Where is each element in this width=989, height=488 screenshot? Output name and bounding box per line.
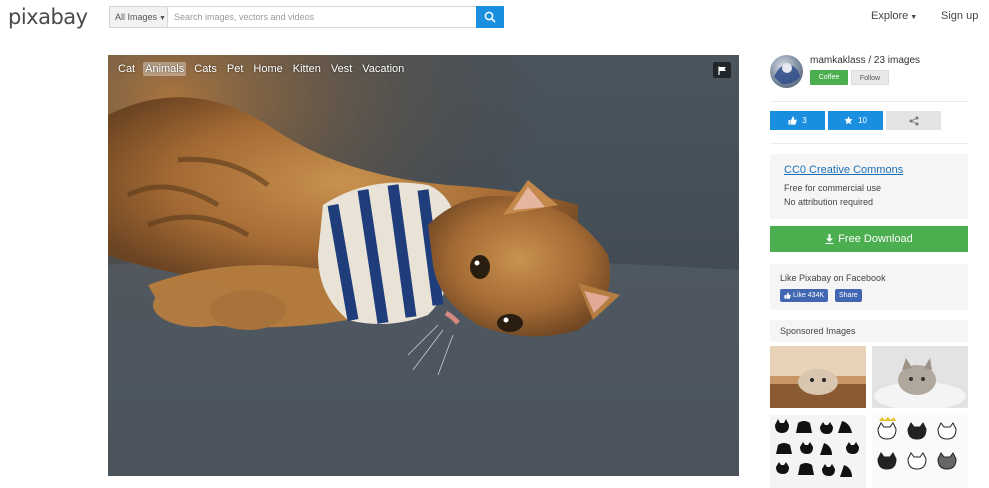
search-icon [484, 11, 496, 23]
follow-button[interactable]: Follow [851, 70, 889, 85]
cat-silhouettes-thumbnail [770, 415, 866, 488]
explore-menu[interactable]: Explore ▼ [871, 10, 917, 22]
cat-faces-thumbnail [872, 415, 968, 488]
search-bar: All Images ▼ [109, 6, 504, 28]
avatar[interactable] [770, 55, 803, 88]
share-icon [909, 116, 918, 125]
tag-cat[interactable]: Cat [116, 62, 137, 76]
tag-cats[interactable]: Cats [192, 62, 219, 76]
tag-list: Cat Animals Cats Pet Home Kitten Vest Va… [116, 62, 406, 76]
license-panel: CC0 Creative Commons Free for commercial… [770, 154, 968, 219]
facebook-share-button[interactable]: Share [835, 289, 862, 302]
signup-link[interactable]: Sign up [941, 10, 978, 22]
sponsored-title: Sponsored Images [780, 326, 856, 336]
report-button[interactable] [713, 62, 731, 78]
tag-home[interactable]: Home [251, 62, 284, 76]
tag-vacation[interactable]: Vacation [360, 62, 406, 76]
license-commercial-text: Free for commercial use [784, 183, 882, 193]
chevron-down-icon: ▼ [159, 15, 166, 22]
image-type-dropdown[interactable]: All Images ▼ [110, 7, 168, 27]
divider [770, 101, 968, 102]
search-button[interactable] [476, 6, 504, 28]
sponsored-image[interactable] [872, 415, 968, 488]
sponsored-image[interactable] [770, 415, 866, 488]
cat-photo-image [108, 55, 739, 476]
like-count: 3 [802, 116, 807, 125]
facebook-like-label: Like 434K [793, 292, 825, 299]
author-name[interactable]: mamkaklass / 23 images [810, 55, 920, 66]
kitten-resting-thumbnail [872, 346, 968, 408]
license-link[interactable]: CC0 Creative Commons [784, 164, 903, 176]
download-label: Free Download [838, 233, 913, 245]
favorite-count: 10 [858, 116, 867, 125]
image-type-label: All Images [115, 12, 158, 22]
divider [770, 143, 968, 144]
top-bar: pixabay All Images▼ Explore▼ Sign up [0, 0, 989, 34]
explore-label: Explore [871, 10, 909, 22]
kitten-box-thumbnail [770, 346, 866, 408]
like-button[interactable]: 3 [770, 111, 825, 130]
share-button[interactable] [886, 111, 941, 130]
download-button[interactable]: Free Download [770, 226, 968, 252]
chevron-down-icon: ▼ [910, 14, 918, 21]
facebook-like-button[interactable]: Like 434K [780, 289, 829, 302]
sponsored-image[interactable] [872, 346, 968, 408]
pixabay-logo[interactable]: pixabay [8, 5, 88, 29]
facebook-text: Like Pixabay on Facebook [780, 273, 886, 283]
tag-animals[interactable]: Animals [143, 62, 187, 76]
tag-kitten[interactable]: Kitten [291, 62, 323, 76]
favorite-button[interactable]: 10 [828, 111, 883, 130]
main-photo[interactable]: Cat Animals Cats Pet Home Kitten Vest Va… [108, 55, 739, 476]
license-attribution-text: No attribution required [784, 197, 874, 207]
tag-vest[interactable]: Vest [329, 62, 354, 76]
sponsored-image[interactable] [770, 346, 866, 408]
coffee-button[interactable]: Coffee [810, 70, 848, 85]
sponsored-header: Sponsored Images [770, 320, 968, 342]
thumbs-up-icon [784, 292, 791, 299]
download-icon [825, 234, 834, 244]
search-input[interactable] [168, 7, 476, 27]
thumbs-up-icon [788, 116, 797, 125]
facebook-panel: Like Pixabay on Facebook Like 434K Share [770, 264, 968, 310]
tag-pet[interactable]: Pet [225, 62, 246, 76]
flag-icon [717, 66, 726, 75]
star-icon [844, 116, 853, 125]
avatar-image [774, 63, 800, 85]
